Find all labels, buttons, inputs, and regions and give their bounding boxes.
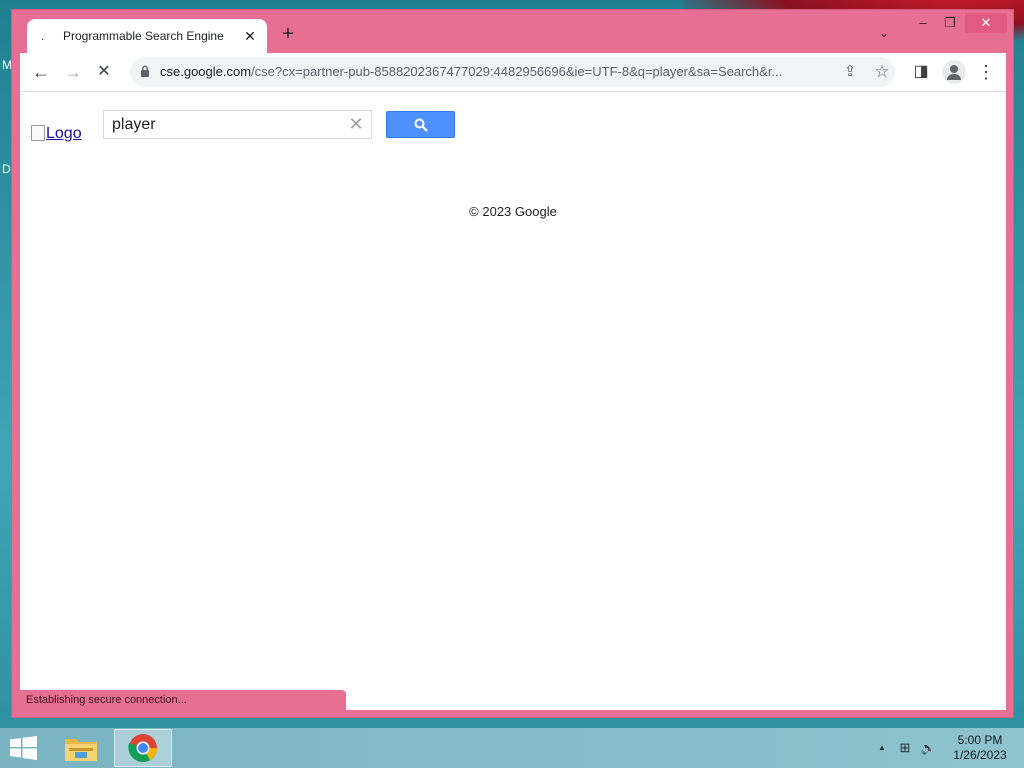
chrome-icon xyxy=(128,734,157,763)
tab-programmable-search-engine[interactable]: . Programmable Search Engine ✕ xyxy=(27,19,267,53)
clear-search-icon[interactable]: ✕ xyxy=(347,114,365,134)
logo-alt-text: Logo xyxy=(46,125,82,142)
tab-search-chevron-icon[interactable]: ⌄ xyxy=(874,26,894,44)
back-arrow-icon[interactable]: ← xyxy=(30,61,52,83)
file-explorer-taskbar-button[interactable] xyxy=(52,729,110,767)
minimize-button[interactable]: – xyxy=(910,13,936,33)
profile-avatar-icon[interactable] xyxy=(942,60,966,84)
address-bar[interactable]: cse.google.com/cse?cx=partner-pub-858820… xyxy=(130,57,895,87)
logo-link[interactable]: Logo xyxy=(31,125,82,143)
windows-start-icon[interactable] xyxy=(10,736,38,760)
url-host: cse.google.com xyxy=(160,64,252,79)
search-button[interactable] xyxy=(386,111,455,138)
tab-favicon-icon: . xyxy=(41,29,45,43)
taskbar-clock[interactable]: 5:00 PM 1/26/2023 xyxy=(944,733,1016,763)
bookmark-star-icon[interactable]: ☆ xyxy=(872,62,892,82)
browser-toolbar: ← → ✕ cse.google.com/cse?cx=partner-pub-… xyxy=(20,53,1006,91)
avatar-head xyxy=(950,65,958,73)
tab-close-icon[interactable]: ✕ xyxy=(241,27,259,45)
network-icon[interactable]: ⊞ xyxy=(897,740,913,756)
side-panel-icon[interactable]: ◨ xyxy=(910,61,932,83)
page-content: Logo ✕ © 2023 Google xyxy=(20,91,1006,710)
maximize-button[interactable]: ❐ xyxy=(937,13,963,33)
stop-loading-icon[interactable]: ✕ xyxy=(93,61,115,83)
share-icon[interactable]: ⇪ xyxy=(840,62,860,82)
status-bubble: Establishing secure connection... xyxy=(20,690,346,711)
tab-title: Programmable Search Engine xyxy=(63,29,224,43)
avatar-body xyxy=(947,74,961,80)
taskbar: ▲ ⊞ 🔈 5:00 PM 1/26/2023 xyxy=(0,728,1024,768)
desktop-icon-label: D xyxy=(2,162,11,176)
browser-window: . Programmable Search Engine ✕ + ⌄ – ❐ ✕… xyxy=(11,9,1014,718)
lock-icon[interactable] xyxy=(140,65,150,77)
new-tab-button[interactable]: + xyxy=(278,24,298,44)
browser-menu-icon[interactable]: ⋮ xyxy=(975,61,997,83)
tray-overflow-icon[interactable]: ▲ xyxy=(874,740,890,756)
close-window-button[interactable]: ✕ xyxy=(965,13,1007,33)
broken-image-icon xyxy=(31,125,45,141)
search-box: ✕ xyxy=(103,110,372,139)
clock-date: 1/26/2023 xyxy=(953,748,1007,762)
url-path: /cse?cx=partner-pub-8588202367477029:448… xyxy=(251,64,783,79)
folder-icon xyxy=(65,739,97,761)
search-input[interactable] xyxy=(112,115,342,135)
clock-time: 5:00 PM xyxy=(957,733,1003,747)
url-text[interactable]: cse.google.com/cse?cx=partner-pub-858820… xyxy=(160,64,830,80)
volume-icon[interactable]: 🔈 xyxy=(920,740,936,756)
magnifier-icon xyxy=(414,118,428,132)
chrome-taskbar-button[interactable] xyxy=(114,729,172,767)
forward-arrow-icon[interactable]: → xyxy=(62,61,84,83)
copyright-text: © 2023 Google xyxy=(469,204,557,219)
